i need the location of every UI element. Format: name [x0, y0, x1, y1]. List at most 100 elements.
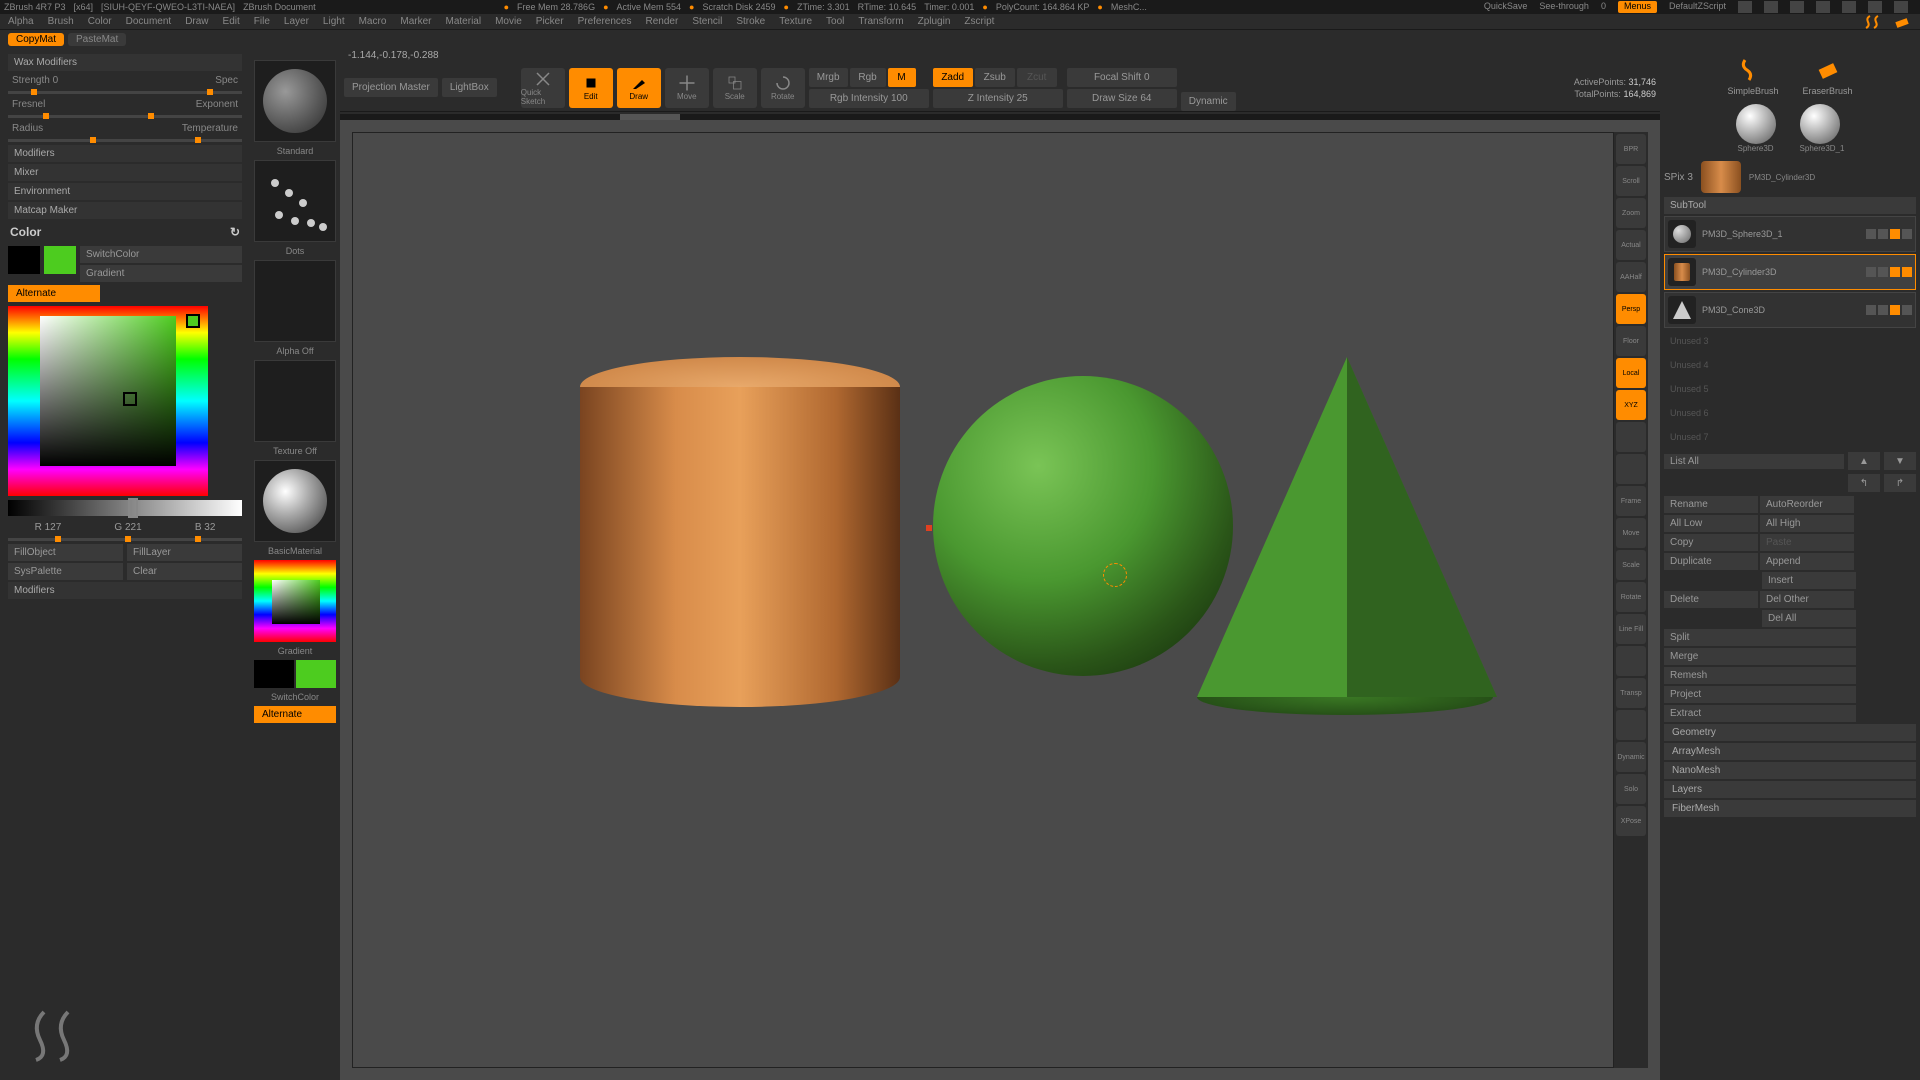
menu-texture[interactable]: Texture: [779, 16, 812, 27]
split-button[interactable]: Split: [1664, 629, 1856, 646]
alternate-button[interactable]: Alternate: [8, 285, 100, 302]
extract-button[interactable]: Extract: [1664, 705, 1856, 722]
append-button[interactable]: Append: [1760, 553, 1854, 570]
menu-macro[interactable]: Macro: [359, 16, 387, 27]
environment-header[interactable]: Environment: [8, 183, 242, 200]
secondary-color-swatch[interactable]: [8, 246, 40, 274]
side-tool-xyz[interactable]: XYZ: [1616, 390, 1646, 420]
syspalette-button[interactable]: SysPalette: [8, 563, 123, 580]
window-button[interactable]: [1738, 1, 1752, 13]
modifiers2-header[interactable]: Modifiers: [8, 582, 242, 599]
layers-section[interactable]: Layers: [1664, 781, 1916, 798]
rgb-intensity-slider[interactable]: Rgb Intensity 100: [809, 89, 929, 108]
delete-button[interactable]: Delete: [1664, 591, 1758, 608]
maximize-icon[interactable]: [1868, 1, 1882, 13]
draw-button[interactable]: Draw: [617, 68, 661, 108]
window-button[interactable]: [1790, 1, 1804, 13]
subtool-item[interactable]: PM3D_Cone3D: [1664, 292, 1916, 328]
scale-button[interactable]: Scale: [713, 68, 757, 108]
matcap-header[interactable]: Matcap Maker: [8, 202, 242, 219]
dynamic-button[interactable]: Dynamic: [1181, 92, 1236, 111]
viewport[interactable]: [352, 132, 1614, 1068]
move-button[interactable]: Move: [665, 68, 709, 108]
gradient-button[interactable]: Gradient: [80, 265, 242, 282]
simple-brush-icon[interactable]: [1739, 56, 1767, 84]
zcut-button[interactable]: Zcut: [1017, 68, 1057, 87]
pastemat-button[interactable]: PasteMat: [68, 33, 126, 46]
side-tool-scroll[interactable]: Scroll: [1616, 166, 1646, 196]
minimize-icon[interactable]: [1842, 1, 1856, 13]
color-picker[interactable]: [8, 306, 208, 496]
mini-secondary-swatch[interactable]: [254, 660, 294, 688]
subtool-header[interactable]: SubTool: [1664, 197, 1916, 214]
clear-button[interactable]: Clear: [127, 563, 242, 580]
swap-down-button[interactable]: ↱: [1884, 474, 1916, 492]
brush-slot[interactable]: [254, 60, 336, 142]
modifiers-header[interactable]: Modifiers: [8, 145, 242, 162]
mini-switchcolor[interactable]: SwitchColor: [254, 692, 336, 702]
sphere3d1-tool[interactable]: [1800, 104, 1840, 144]
primary-color-swatch[interactable]: [44, 246, 76, 274]
side-tool-solo[interactable]: Solo: [1616, 774, 1646, 804]
edit-button[interactable]: Edit: [569, 68, 613, 108]
refresh-icon[interactable]: ↻: [230, 225, 240, 239]
side-tool-blank[interactable]: [1616, 710, 1646, 740]
window-button[interactable]: [1764, 1, 1778, 13]
menu-picker[interactable]: Picker: [536, 16, 564, 27]
menu-document[interactable]: Document: [126, 16, 172, 27]
alllow-button[interactable]: All Low: [1664, 515, 1758, 532]
s-icon[interactable]: [1864, 14, 1884, 30]
delall-button[interactable]: Del All: [1762, 610, 1856, 627]
alpha-slot[interactable]: [254, 260, 336, 342]
projection-master-button[interactable]: Projection Master: [344, 78, 438, 97]
mixer-header[interactable]: Mixer: [8, 164, 242, 181]
arraymesh-section[interactable]: ArrayMesh: [1664, 743, 1916, 760]
side-tool-blank[interactable]: [1616, 646, 1646, 676]
focal-shift-slider[interactable]: Focal Shift 0: [1067, 68, 1177, 87]
delother-button[interactable]: Del Other: [1760, 591, 1854, 608]
menu-movie[interactable]: Movie: [495, 16, 522, 27]
subtool-item[interactable]: PM3D_Sphere3D_1: [1664, 216, 1916, 252]
menu-edit[interactable]: Edit: [223, 16, 240, 27]
side-tool-bpr[interactable]: BPR: [1616, 134, 1646, 164]
eraser-brush-icon[interactable]: [1814, 56, 1842, 84]
side-tool-scale[interactable]: Scale: [1616, 550, 1646, 580]
remesh-button[interactable]: Remesh: [1664, 667, 1856, 684]
active-tool-thumb[interactable]: [1701, 161, 1741, 193]
menu-stencil[interactable]: Stencil: [692, 16, 722, 27]
side-tool-actual[interactable]: Actual: [1616, 230, 1646, 260]
project-button[interactable]: Project: [1664, 686, 1856, 703]
duplicate-button[interactable]: Duplicate: [1664, 553, 1758, 570]
side-tool-blank[interactable]: [1616, 454, 1646, 484]
zadd-button[interactable]: Zadd: [933, 68, 973, 87]
rotate-button[interactable]: Rotate: [761, 68, 805, 108]
side-tool-frame[interactable]: Frame: [1616, 486, 1646, 516]
side-tool-local[interactable]: Local: [1616, 358, 1646, 388]
menu-preferences[interactable]: Preferences: [578, 16, 632, 27]
side-tool-aahalf[interactable]: AAHalf: [1616, 262, 1646, 292]
stroke-slot[interactable]: [254, 160, 336, 242]
value-slider[interactable]: [8, 500, 242, 516]
side-tool-move[interactable]: Move: [1616, 518, 1646, 548]
color-header[interactable]: Color ↻: [8, 221, 242, 243]
fillobject-button[interactable]: FillObject: [8, 544, 123, 561]
swap-up-button[interactable]: ↰: [1848, 474, 1880, 492]
help-icon[interactable]: [1816, 1, 1830, 13]
menu-color[interactable]: Color: [88, 16, 112, 27]
menu-material[interactable]: Material: [446, 16, 482, 27]
m-button[interactable]: M: [888, 68, 916, 87]
side-tool-line fill[interactable]: Line Fill: [1616, 614, 1646, 644]
side-tool-xpose[interactable]: XPose: [1616, 806, 1646, 836]
menu-file[interactable]: File: [254, 16, 270, 27]
mrgb-button[interactable]: Mrgb: [809, 68, 848, 87]
menu-brush[interactable]: Brush: [48, 16, 74, 27]
side-tool-blank[interactable]: [1616, 422, 1646, 452]
copymat-button[interactable]: CopyMat: [8, 33, 64, 46]
nanomesh-section[interactable]: NanoMesh: [1664, 762, 1916, 779]
menu-draw[interactable]: Draw: [185, 16, 208, 27]
fibermesh-section[interactable]: FiberMesh: [1664, 800, 1916, 817]
draw-size-slider[interactable]: Draw Size 64: [1067, 89, 1177, 108]
texture-slot[interactable]: [254, 360, 336, 442]
wax-modifiers-header[interactable]: Wax Modifiers: [8, 54, 242, 71]
switchcolor-button[interactable]: SwitchColor: [80, 246, 242, 263]
